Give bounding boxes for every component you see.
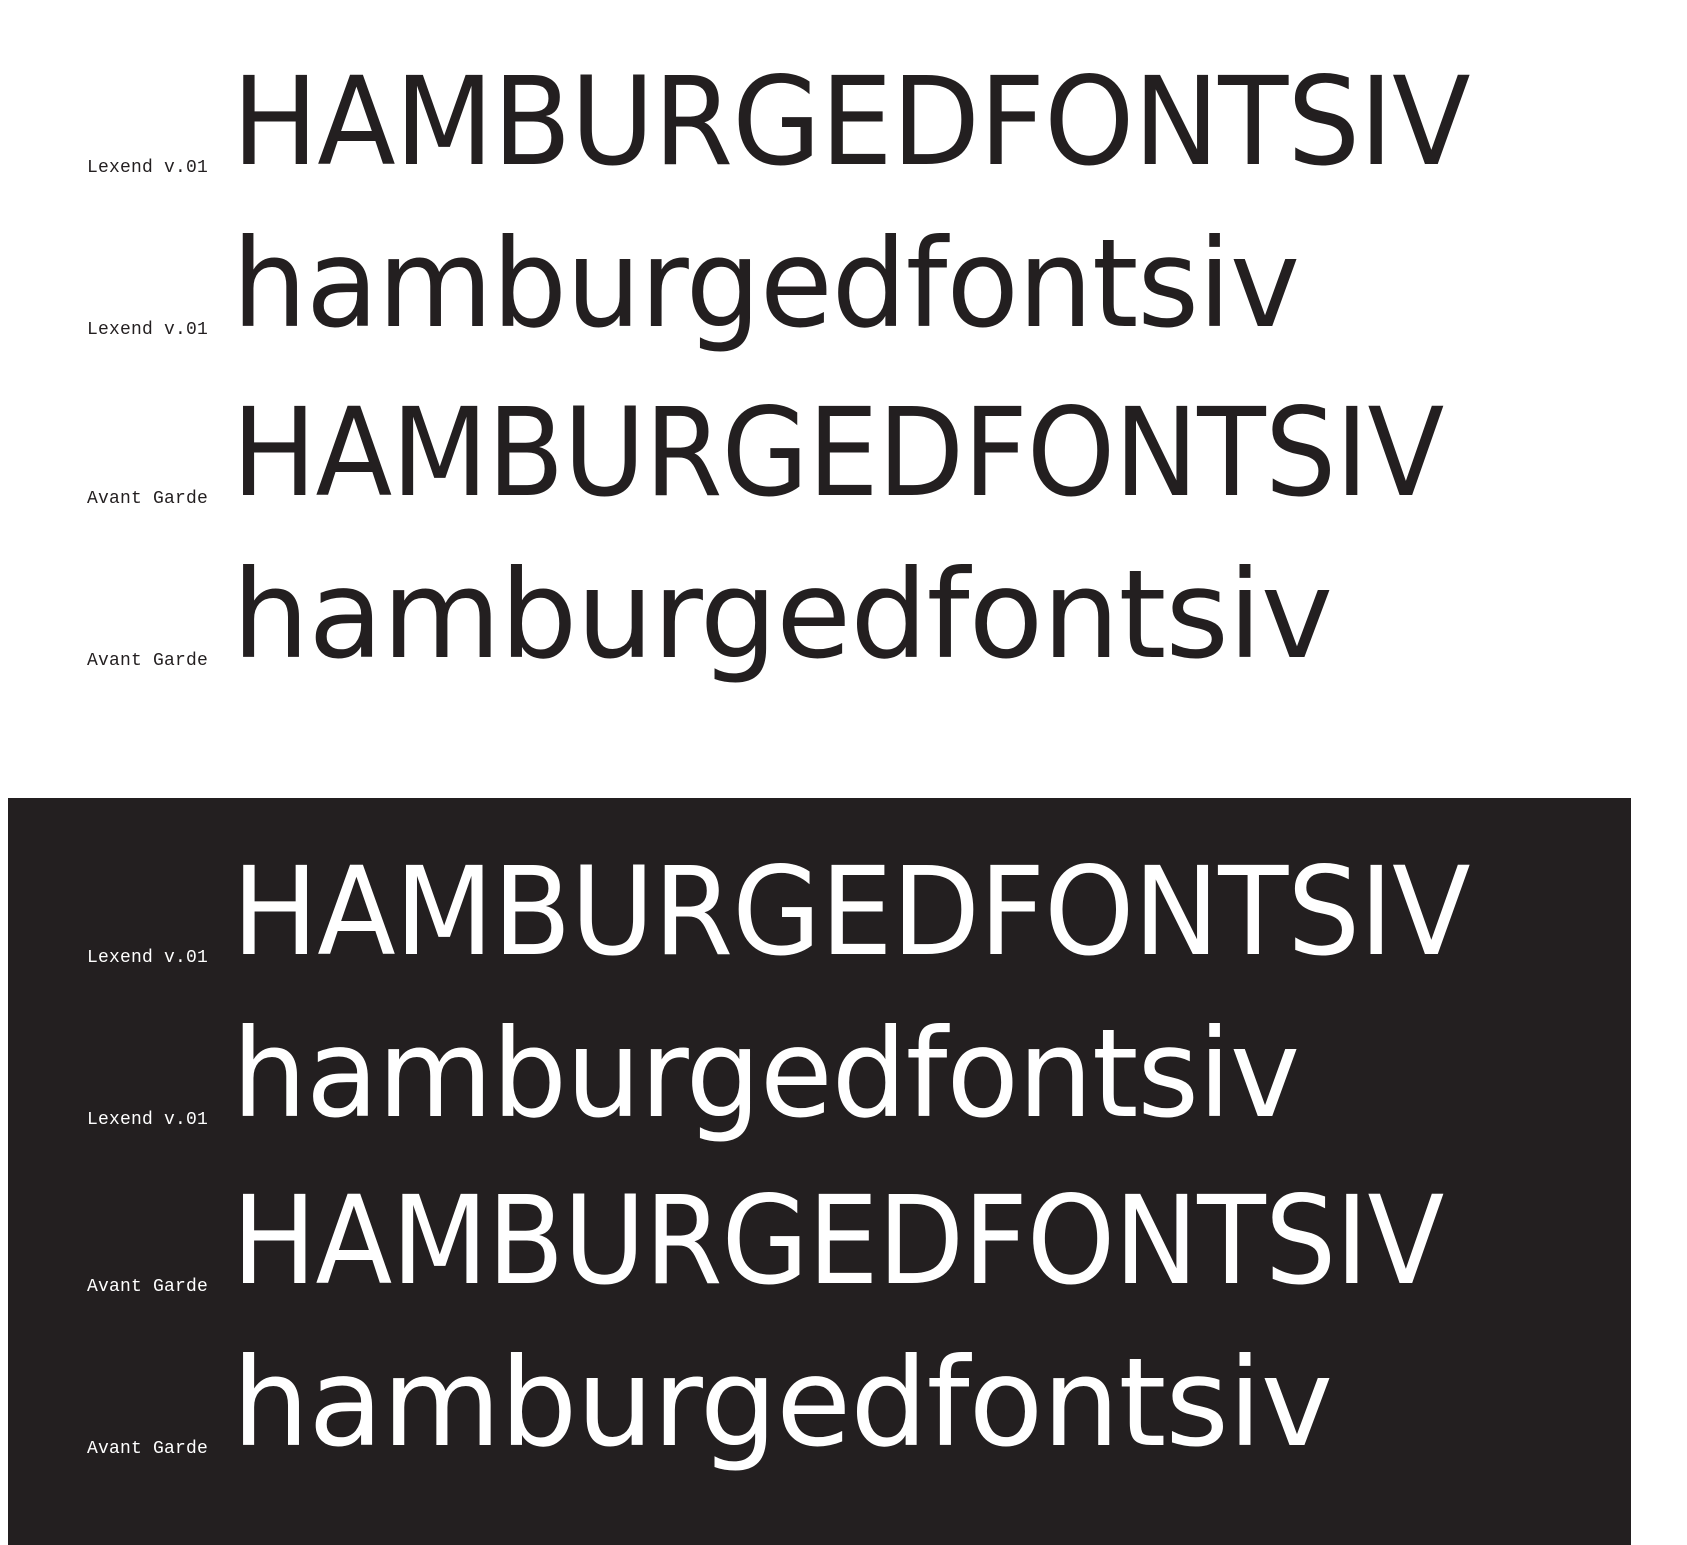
dark-specimen-panel: Lexend v.01 HAMBURGEDFONTSIV Lexend v.01… [8,798,1631,1545]
font-label: Lexend v.01 [87,158,209,178]
font-label: Avant Garde [87,489,209,509]
font-label: Lexend v.01 [87,320,209,340]
specimen-text: HAMBURGEDFONTSIV [232,51,1471,193]
light-specimen-panel: Lexend v.01 HAMBURGEDFONTSIV Lexend v.01… [0,0,1687,790]
font-label: Avant Garde [87,1277,209,1297]
specimen-text: hamburgedfontsiv [232,1003,1300,1145]
font-label: Lexend v.01 [87,948,209,968]
specimen-text: hamburgedfontsiv [232,1332,1333,1474]
specimen-text: HAMBURGEDFONTSIV [232,841,1471,983]
specimen-text: HAMBURGEDFONTSIV [232,1170,1444,1312]
specimen-text: HAMBURGEDFONTSIV [232,382,1444,524]
font-label: Avant Garde [87,1439,209,1459]
font-label: Lexend v.01 [87,1110,209,1130]
specimen-text: hamburgedfontsiv [232,544,1333,686]
font-label: Avant Garde [87,651,209,671]
specimen-text: hamburgedfontsiv [232,213,1300,355]
